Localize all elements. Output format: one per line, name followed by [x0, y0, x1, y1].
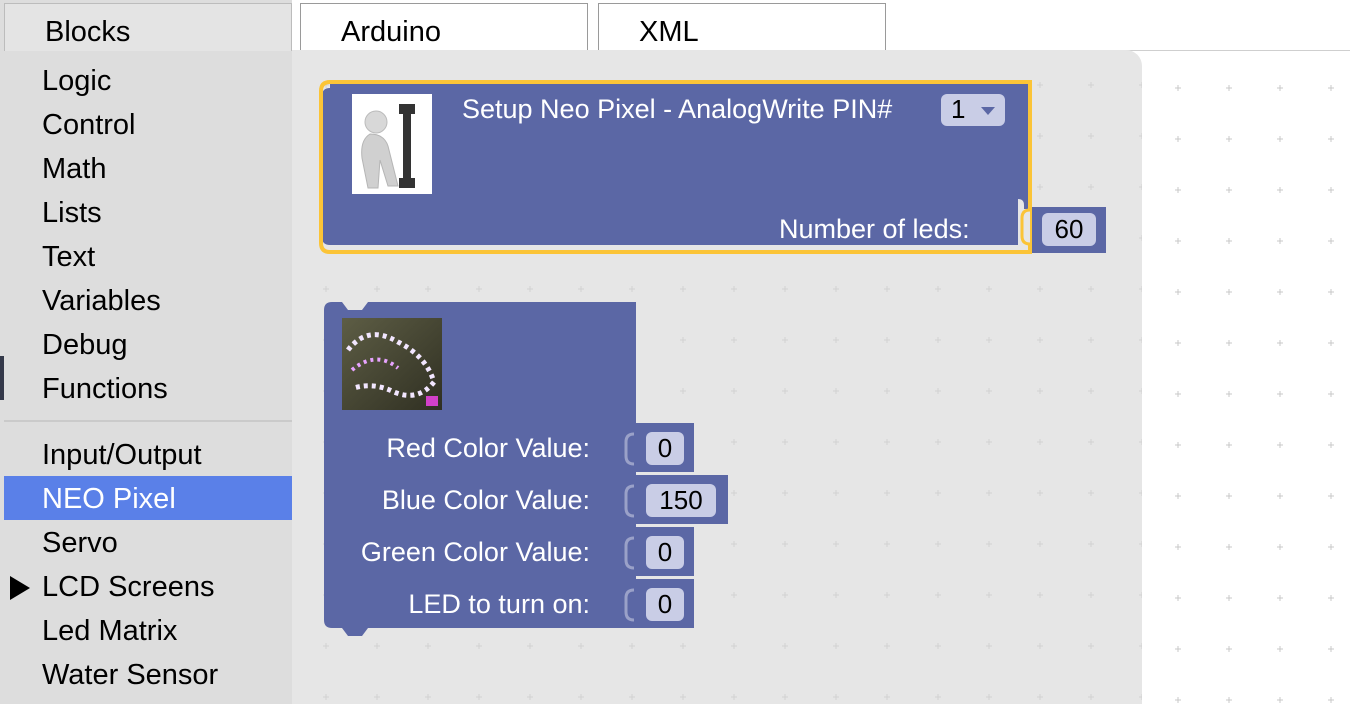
category-led-matrix[interactable]: Led Matrix: [4, 608, 292, 652]
chevron-down-icon: [981, 107, 995, 115]
category-control[interactable]: Control: [4, 102, 292, 146]
toolbox: Logic Control Math Lists Text Variables …: [0, 0, 292, 704]
window-edge: [0, 356, 4, 400]
category-label: Functions: [42, 373, 168, 405]
category-water-sensor[interactable]: Water Sensor: [4, 652, 292, 696]
category-label: Text: [42, 241, 96, 273]
category-input-output[interactable]: Input/Output: [4, 432, 292, 476]
category-label: Logic: [42, 65, 112, 97]
category-label: Control: [42, 109, 136, 141]
blue-label: Blue Color Value:: [381, 485, 590, 515]
green-number-field[interactable]: 0: [646, 536, 684, 569]
tab-xml[interactable]: XML: [598, 3, 886, 51]
red-label: Red Color Value:: [386, 433, 590, 463]
category-label: Servo: [42, 527, 118, 559]
leds-number-field[interactable]: 60: [1042, 213, 1096, 246]
red-number-field[interactable]: 0: [646, 432, 684, 465]
grid-pattern: [1142, 51, 1350, 704]
blocks-workspace[interactable]: Setup Neo Pixel - AnalogWrite PIN# 1 Num…: [292, 50, 1142, 704]
category-debug[interactable]: Debug: [4, 322, 292, 366]
category-text[interactable]: Text: [4, 234, 292, 278]
led-strip-photo: [342, 318, 442, 410]
toolbox-category-list: Logic Control Math Lists Text Variables …: [4, 50, 292, 704]
category-label: Led Matrix: [42, 615, 178, 647]
workspace-overflow-area: [1142, 51, 1350, 704]
category-label: Variables: [42, 285, 161, 317]
category-lcd-screens[interactable]: LCD Screens: [4, 564, 292, 608]
toolbox-separator: [4, 420, 292, 422]
category-math[interactable]: Math: [4, 146, 292, 190]
expand-arrow-icon[interactable]: [10, 576, 30, 600]
category-functions[interactable]: Functions: [4, 366, 292, 410]
leds-label: Number of leds:: [779, 214, 970, 244]
category-label: Water Sensor: [42, 659, 219, 691]
category-label: Input/Output: [42, 439, 202, 471]
tab-label: Arduino: [341, 16, 441, 48]
category-servo[interactable]: Servo: [4, 520, 292, 564]
setup-block-title: Setup Neo Pixel - AnalogWrite PIN#: [462, 94, 893, 124]
tab-arduino[interactable]: Arduino: [300, 3, 588, 51]
tab-blocks[interactable]: Blocks: [4, 3, 292, 51]
blue-number-field[interactable]: 150: [646, 484, 716, 517]
pin-value: 1: [951, 94, 966, 124]
tab-label: Blocks: [45, 16, 131, 48]
pin-dropdown[interactable]: 1: [941, 94, 1005, 126]
category-label: Math: [42, 153, 107, 185]
category-lists[interactable]: Lists: [4, 190, 292, 234]
category-label: Debug: [42, 329, 128, 361]
category-neo-pixel[interactable]: NEO Pixel: [4, 476, 292, 520]
led-label: LED to turn on:: [408, 589, 590, 619]
category-variables[interactable]: Variables: [4, 278, 292, 322]
person-wrench-icon: [352, 94, 432, 194]
category-logic[interactable]: Logic: [4, 58, 292, 102]
green-label: Green Color Value:: [360, 537, 590, 567]
category-label: NEO Pixel: [42, 483, 176, 515]
tab-label: XML: [639, 16, 699, 48]
category-label: LCD Screens: [42, 571, 215, 603]
category-label: Lists: [42, 197, 102, 229]
led-number-field[interactable]: 0: [646, 588, 684, 621]
